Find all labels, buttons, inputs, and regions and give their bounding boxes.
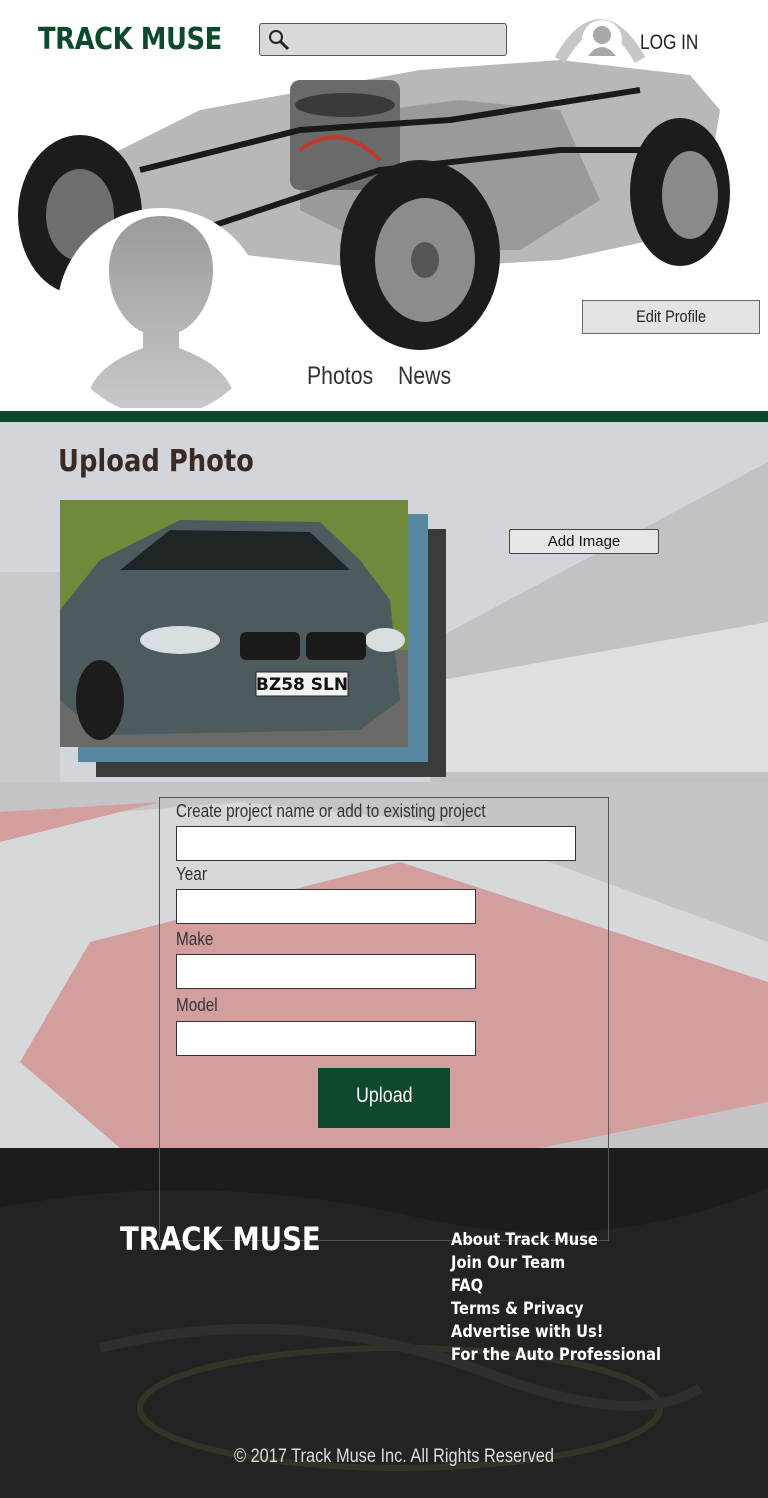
tab-photos[interactable]: Photos bbox=[307, 362, 373, 391]
add-image-button[interactable]: Add Image bbox=[509, 529, 659, 554]
user-avatar-icon[interactable] bbox=[582, 20, 622, 60]
site-logo[interactable]: TRACK MUSE bbox=[38, 22, 222, 57]
footer-link-about[interactable]: About Track Muse bbox=[451, 1229, 661, 1252]
car-photo[interactable]: BZ58 SLN bbox=[60, 500, 408, 747]
footer-link-faq[interactable]: FAQ bbox=[451, 1275, 661, 1298]
tab-news[interactable]: News bbox=[398, 362, 451, 391]
profile-avatar[interactable] bbox=[57, 208, 265, 416]
search-input[interactable] bbox=[259, 23, 507, 56]
form-outline bbox=[159, 797, 609, 1241]
footer-link-terms[interactable]: Terms & Privacy bbox=[451, 1298, 661, 1321]
footer-logo[interactable]: TRACK MUSE bbox=[120, 1220, 321, 1258]
upload-title: Upload Photo bbox=[58, 444, 254, 479]
footer-link-professional[interactable]: For the Auto Professional bbox=[451, 1344, 661, 1367]
footer-link-advertise[interactable]: Advertise with Us! bbox=[451, 1321, 661, 1344]
search-icon bbox=[269, 30, 290, 51]
footer-links: About Track Muse Join Our Team FAQ Terms… bbox=[451, 1229, 695, 1367]
footer-link-join[interactable]: Join Our Team bbox=[451, 1252, 661, 1275]
copyright: © 2017 Track Muse Inc. All Rights Reserv… bbox=[234, 1446, 554, 1467]
license-plate: BZ58 SLN bbox=[256, 675, 348, 695]
divider bbox=[0, 411, 768, 422]
edit-profile-label: Edit Profile bbox=[636, 307, 706, 326]
login-link[interactable]: LOG IN bbox=[640, 31, 698, 55]
edit-profile-button[interactable]: Edit Profile bbox=[582, 300, 760, 334]
